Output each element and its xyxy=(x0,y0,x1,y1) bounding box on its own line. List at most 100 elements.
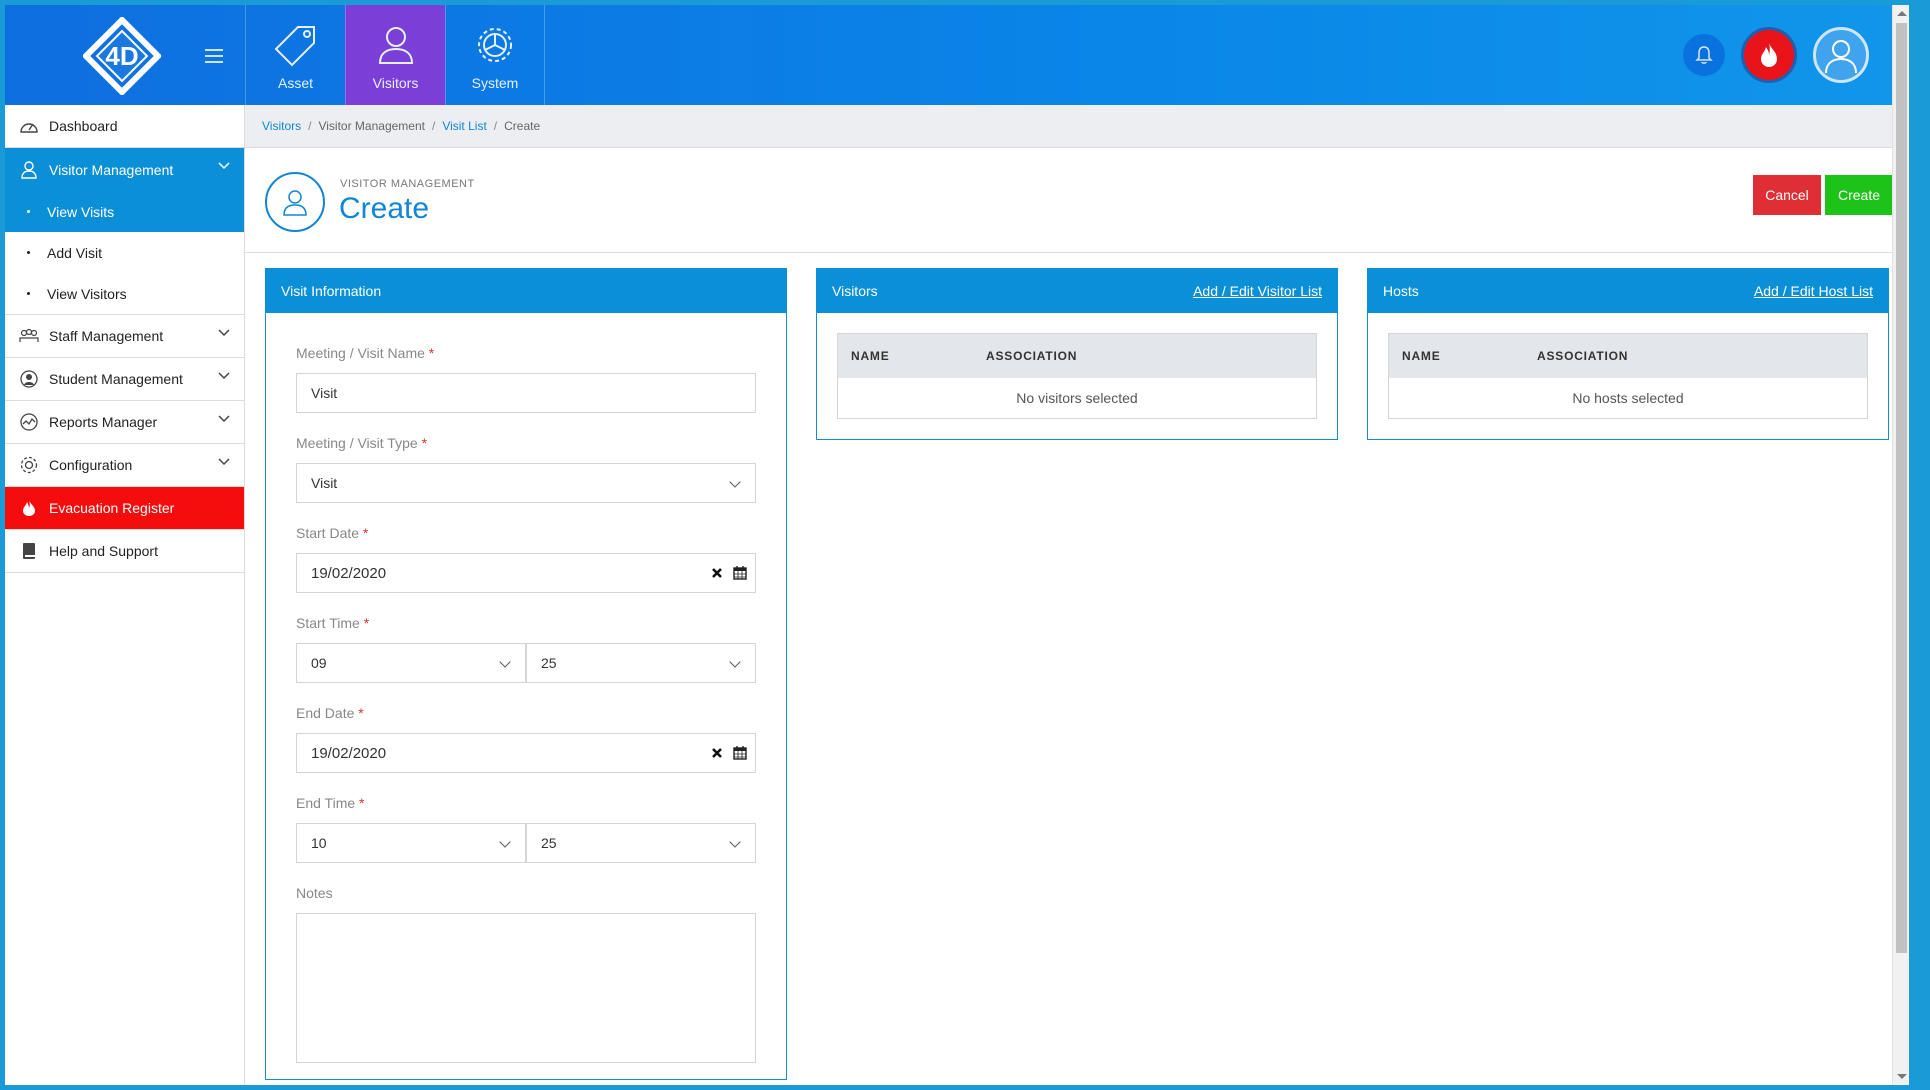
visit-type-select[interactable]: Visit xyxy=(296,463,756,503)
notes-textarea[interactable] xyxy=(296,913,756,1063)
page-header: VISITOR MANAGEMENT Create Cancel Create xyxy=(245,148,1909,253)
person-icon xyxy=(19,160,39,180)
tag-icon xyxy=(274,26,315,67)
required-mark: * xyxy=(428,345,435,361)
evacuation-button[interactable] xyxy=(1741,27,1797,83)
create-button[interactable]: Create xyxy=(1825,175,1893,215)
column-association[interactable]: ASSOCIATION xyxy=(1537,349,1867,363)
label-text: Start Date xyxy=(296,525,360,541)
person-icon xyxy=(378,27,413,64)
sidebar-item-student-management[interactable]: Student Management xyxy=(5,358,244,401)
svg-text:4D: 4D xyxy=(105,41,138,71)
column-association[interactable]: ASSOCIATION xyxy=(986,349,1316,363)
user-avatar[interactable] xyxy=(1813,27,1869,83)
select-value: 25 xyxy=(541,835,557,851)
breadcrumb-separator: / xyxy=(431,119,436,133)
edit-host-list-link[interactable]: Add / Edit Host List xyxy=(1754,283,1873,299)
empty-message: No hosts selected xyxy=(1572,390,1684,406)
visitor-management-submenu: View Visits Add Visit View Visitors xyxy=(5,191,244,315)
sidebar-item-reports-manager[interactable]: Reports Manager xyxy=(5,401,244,444)
sidebar-subitem-add-visit[interactable]: Add Visit xyxy=(5,232,244,273)
app-window: 4D Asset Visitors System Dashboard Visit… xyxy=(5,5,1909,1085)
required-mark: * xyxy=(363,615,370,631)
vertical-scrollbar[interactable] xyxy=(1892,5,1909,1085)
select-value: Visit xyxy=(311,475,338,491)
start-date-label: Start Date * xyxy=(296,525,756,543)
chevron-down-icon xyxy=(218,372,230,380)
end-minute-select[interactable]: 25 xyxy=(526,823,756,863)
sidebar-item-label: View Visits xyxy=(47,203,115,220)
required-mark: * xyxy=(421,435,428,451)
end-hour-select[interactable]: 10 xyxy=(296,823,526,863)
user-icon xyxy=(1825,40,1857,74)
flame-icon xyxy=(1761,43,1777,67)
breadcrumb: Visitors / Visitor Management / Visit Li… xyxy=(245,105,1909,148)
date-controls xyxy=(711,565,747,580)
sidebar-item-label: Reports Manager xyxy=(49,414,158,430)
sidebar-item-dashboard[interactable]: Dashboard xyxy=(5,105,244,148)
sidebar-subitem-view-visits[interactable]: View Visits xyxy=(5,191,244,232)
calendar-icon[interactable] xyxy=(733,745,747,760)
module-visitors[interactable]: Visitors xyxy=(345,5,445,105)
module-system[interactable]: System xyxy=(445,5,545,105)
input-value: Visit xyxy=(311,385,338,401)
visit-name-input[interactable]: Visit xyxy=(296,373,756,413)
select-value: 10 xyxy=(311,835,327,851)
edit-visitor-list-link[interactable]: Add / Edit Visitor List xyxy=(1193,283,1322,299)
end-date-input[interactable]: 19/02/2020 xyxy=(296,733,756,773)
sidebar-item-label: Dashboard xyxy=(49,118,118,134)
clear-icon[interactable] xyxy=(711,567,723,579)
4d-logo-icon: 4D xyxy=(83,17,161,95)
panel-title: Visitors xyxy=(832,283,878,299)
column-name[interactable]: NAME xyxy=(1389,349,1537,363)
start-date-input[interactable]: 19/02/2020 xyxy=(296,553,756,593)
breadcrumb-visit-list[interactable]: Visit List xyxy=(442,119,486,133)
module-asset[interactable]: Asset xyxy=(245,5,345,105)
select-value: 25 xyxy=(541,655,557,671)
end-time-label: End Time * xyxy=(296,795,756,813)
visitors-table: NAME ASSOCIATION No visitors selected xyxy=(837,333,1317,419)
label-text: Meeting / Visit Type xyxy=(296,435,418,451)
top-bar: 4D Asset Visitors System xyxy=(5,5,1909,105)
gear-icon xyxy=(19,455,39,475)
panel-header: Hosts Add / Edit Host List xyxy=(1368,269,1888,313)
sidebar-subitem-view-visitors[interactable]: View Visitors xyxy=(5,273,244,314)
scrollbar-thumb[interactable] xyxy=(1896,23,1907,953)
panel-header: Visit Information xyxy=(266,269,786,313)
sidebar-item-label: Configuration xyxy=(49,457,133,473)
cancel-button[interactable]: Cancel xyxy=(1753,175,1821,215)
sidebar-item-help-support[interactable]: Help and Support xyxy=(5,530,244,573)
sidebar-item-configuration[interactable]: Configuration xyxy=(5,444,244,487)
chart-line-icon xyxy=(19,412,39,432)
panel-title: Visit Information xyxy=(281,283,382,299)
breadcrumb-visitor-management: Visitor Management xyxy=(318,119,425,133)
menu-toggle-icon[interactable] xyxy=(205,49,223,63)
chevron-down-icon xyxy=(218,458,230,466)
bell-icon xyxy=(1695,46,1713,64)
column-name[interactable]: NAME xyxy=(838,349,986,363)
notes-label: Notes xyxy=(296,885,333,901)
sidebar-item-label: Visitor Management xyxy=(49,161,174,178)
start-minute-select[interactable]: 25 xyxy=(526,643,756,683)
breadcrumb-visitors[interactable]: Visitors xyxy=(262,119,301,133)
notifications-button[interactable] xyxy=(1683,34,1725,76)
input-value: 19/02/2020 xyxy=(311,744,387,762)
chevron-down-icon xyxy=(218,415,230,423)
label-text: End Date xyxy=(296,705,355,721)
sidebar-item-staff-management[interactable]: Staff Management xyxy=(5,315,244,358)
calendar-icon[interactable] xyxy=(733,565,747,580)
visit-name-label: Meeting / Visit Name * xyxy=(296,345,756,363)
scroll-up-arrow-icon[interactable] xyxy=(1897,11,1907,16)
sidebar-item-label: Evacuation Register xyxy=(49,500,175,516)
sidebar-item-evacuation-register[interactable]: Evacuation Register xyxy=(5,487,244,530)
flame-icon xyxy=(19,498,39,518)
start-hour-select[interactable]: 09 xyxy=(296,643,526,683)
scroll-down-arrow-icon[interactable] xyxy=(1897,1074,1907,1079)
header-actions xyxy=(1683,27,1869,83)
chevron-down-icon xyxy=(218,329,230,337)
sidebar-item-label: Add Visit xyxy=(47,244,102,261)
sidebar-item-visitor-management[interactable]: Visitor Management xyxy=(5,148,244,191)
hosts-table: NAME ASSOCIATION No hosts selected xyxy=(1388,333,1868,419)
breadcrumb-current: Create xyxy=(504,119,541,133)
clear-icon[interactable] xyxy=(711,747,723,759)
